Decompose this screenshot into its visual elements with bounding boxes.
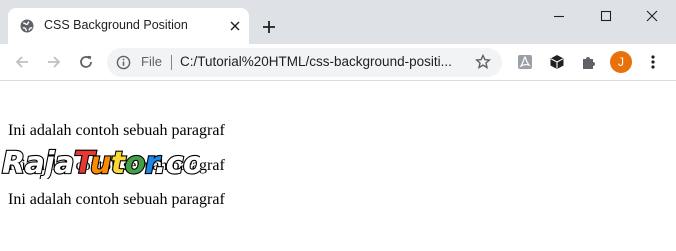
paragraph-1: Ini adalah contoh sebuah paragraf: [8, 122, 225, 139]
tab-title: CSS Background Position: [44, 18, 188, 32]
pdf-extension-button[interactable]: [513, 50, 537, 74]
svg-text:RajaTutor.com: RajaTutor.com: [2, 146, 200, 179]
minimize-button[interactable]: [547, 6, 571, 26]
forward-button[interactable]: [42, 50, 66, 74]
address-bar[interactable]: File C:/Tutorial%20HTML/css-background-p…: [107, 48, 502, 77]
window-close-button[interactable]: [640, 6, 664, 26]
close-icon: [646, 10, 658, 22]
maximize-icon: [600, 10, 612, 22]
cube-extension-icon: [550, 55, 564, 69]
extensions-button[interactable]: [577, 50, 601, 74]
divider: [171, 55, 172, 70]
reload-icon: [80, 55, 92, 68]
forward-arrow-icon: [48, 56, 61, 68]
avatar[interactable]: J: [610, 51, 632, 73]
maximize-button[interactable]: [594, 6, 618, 26]
url-text[interactable]: C:/Tutorial%20HTML/css-background-positi…: [180, 54, 472, 69]
globe-icon: [20, 19, 34, 33]
star-icon[interactable]: [475, 54, 491, 70]
menu-button[interactable]: [641, 50, 665, 74]
close-icon[interactable]: [227, 18, 243, 34]
kebab-menu-icon: [651, 55, 655, 69]
page-content: Ini adalah contoh sebuah paragraf Ini ad…: [0, 82, 676, 251]
minimize-icon: [554, 15, 564, 18]
puzzle-icon: [583, 57, 595, 69]
tab-css-background-position[interactable]: CSS Background Position: [8, 8, 249, 44]
reload-button[interactable]: [74, 50, 98, 74]
info-icon[interactable]: [116, 55, 131, 70]
file-label: File: [141, 54, 162, 69]
back-arrow-icon: [15, 56, 28, 68]
cube-extension-button[interactable]: [545, 50, 569, 74]
back-button[interactable]: [10, 50, 34, 74]
new-tab-button[interactable]: [258, 16, 280, 38]
pdf-extension-icon: [518, 55, 532, 69]
paragraph-3: Ini adalah contoh sebuah paragraf: [8, 191, 225, 208]
tab-strip: CSS Background Position: [0, 0, 676, 44]
browser-toolbar: File C:/Tutorial%20HTML/css-background-p…: [0, 44, 676, 81]
plus-icon: [263, 21, 275, 33]
watermark-logo: RajaTutor.com: [1, 145, 200, 179]
